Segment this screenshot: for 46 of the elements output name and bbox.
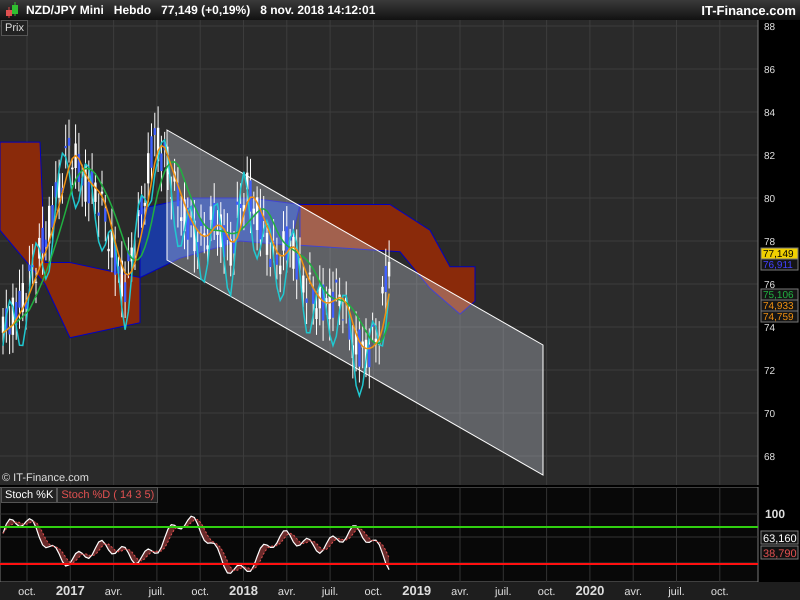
period-label: Hebdo: [114, 3, 152, 17]
axis-label: 2017: [56, 583, 85, 598]
axis-label: 70: [764, 409, 776, 420]
axis-label: avr.: [278, 586, 296, 598]
legend-item: Stoch %K: [1, 487, 58, 503]
axis-label: 68: [764, 452, 776, 463]
price-tag: 75,106: [760, 288, 798, 301]
legend-item: Stoch %D ( 14 3 5): [57, 487, 158, 503]
axis-label: juil.: [148, 586, 166, 598]
symbol-title: NZD/JPY Mini: [26, 3, 104, 17]
axis-label: oct.: [538, 586, 556, 598]
axis-label: 2020: [575, 583, 604, 598]
panel-label: Prix: [1, 20, 28, 36]
axis-label: oct.: [710, 586, 729, 598]
axis-label: juil.: [495, 586, 512, 598]
date-time: 8 nov. 2018 14:12:01: [260, 3, 376, 17]
axis-label: 72: [764, 366, 776, 377]
price-tag: 74,933: [760, 300, 798, 312]
brand-name: IT-Finance.com: [701, 2, 796, 18]
indicator-tag: 63,160: [760, 530, 798, 545]
price-tag: 77,149: [760, 248, 798, 260]
price-tag: 76,911: [760, 258, 798, 271]
axis-label: 2018: [229, 583, 258, 598]
price-tag: 74,759: [760, 310, 798, 323]
axis-label: juil.: [668, 586, 685, 598]
axis-label: 2019: [402, 583, 432, 598]
axis-label: juil.: [322, 586, 338, 598]
axis-label: 82: [764, 151, 776, 162]
axis-label: oct.: [18, 586, 36, 598]
axis-label: avr.: [104, 586, 122, 598]
axis-label: 88: [764, 22, 776, 33]
axis-label: oct.: [364, 586, 382, 598]
copyright-text: © IT-Finance.com: [2, 472, 89, 484]
axis-label: 80: [764, 194, 776, 205]
axis-label: 74: [764, 323, 776, 334]
axis-label: 78: [764, 237, 776, 248]
axis-label: 100: [765, 507, 786, 521]
candlestick-icon: [4, 2, 20, 18]
axis-label: oct.: [191, 586, 210, 598]
axis-label: 84: [764, 108, 776, 119]
axis-label: 86: [764, 65, 776, 76]
axis-label: 76: [764, 280, 776, 291]
axis-label: avr.: [624, 586, 642, 598]
indicator-tag: 38,790: [760, 546, 798, 560]
quote-value: 77,149 (+0,19%): [161, 3, 250, 17]
axis-label: avr.: [451, 586, 469, 598]
